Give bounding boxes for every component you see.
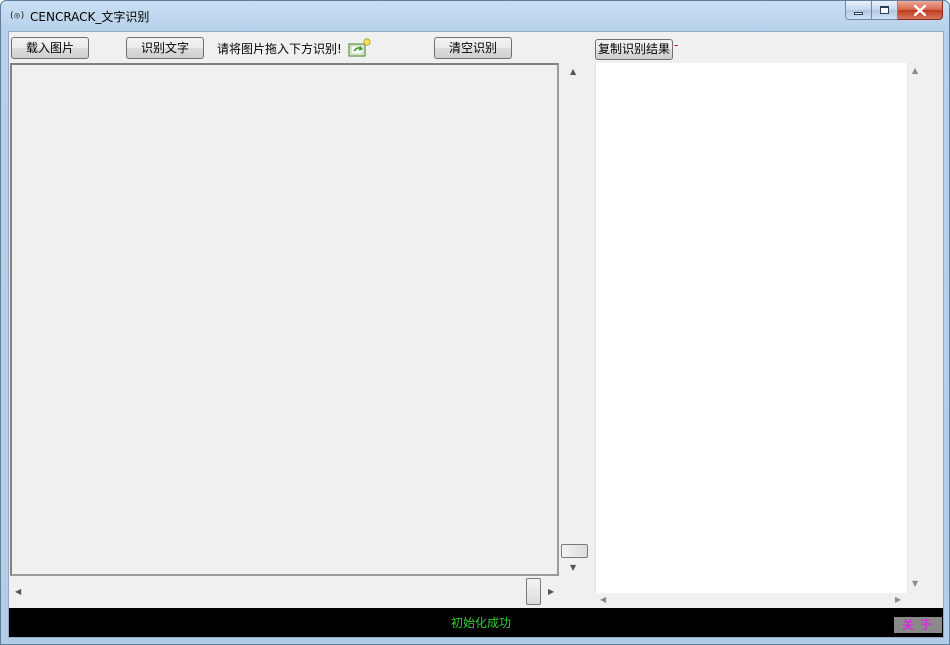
- status-bar: 初始化成功 关于: [9, 608, 943, 637]
- scroll-up-icon[interactable]: ▲: [570, 67, 576, 77]
- maximize-icon: [880, 6, 889, 14]
- title-bar[interactable]: (◎) CENCRACK_文字识别: [1, 1, 949, 31]
- result-scroll-down-icon[interactable]: ▼: [912, 579, 918, 589]
- result-scroll-left-icon[interactable]: ◀: [600, 595, 606, 605]
- app-icon: (◎): [9, 11, 26, 21]
- result-scroll-up-icon[interactable]: ▲: [912, 66, 918, 76]
- image-drop-icon: [348, 38, 371, 57]
- load-image-button[interactable]: 载入图片: [11, 37, 89, 59]
- client-area: 载入图片 识别文字 请将图片拖入下方识别! 清空识别 复制识别结果 - ▲ ▼ …: [8, 31, 944, 638]
- window-controls: [845, 1, 943, 21]
- scroll-left-icon[interactable]: ◀: [15, 587, 21, 597]
- image-horizontal-scroll-thumb[interactable]: [526, 578, 541, 605]
- copy-status-marker: -: [674, 38, 679, 52]
- scroll-right-icon[interactable]: ▶: [548, 587, 554, 597]
- recognize-text-button[interactable]: 识别文字: [126, 37, 204, 59]
- status-message: 初始化成功: [450, 616, 511, 630]
- maximize-button[interactable]: [872, 1, 898, 20]
- minimize-icon: [854, 11, 863, 15]
- result-vertical-scrollbar[interactable]: ▲ ▼: [907, 63, 925, 593]
- clear-recognition-button[interactable]: 清空识别: [434, 37, 512, 59]
- close-button[interactable]: [898, 1, 943, 20]
- scroll-down-icon[interactable]: ▼: [570, 563, 576, 573]
- app-window: (◎) CENCRACK_文字识别 载入图片 识别文字 请将图片拖入下方识别!: [0, 0, 950, 645]
- image-vertical-scroll-thumb[interactable]: [561, 544, 588, 558]
- image-vertical-scrollbar[interactable]: ▲ ▼: [560, 63, 588, 576]
- result-scroll-right-icon[interactable]: ▶: [895, 595, 901, 605]
- image-horizontal-scrollbar[interactable]: ◀ ▶: [10, 577, 559, 605]
- close-icon: [914, 4, 926, 16]
- drag-hint-text: 请将图片拖入下方识别!: [217, 42, 342, 56]
- minimize-button[interactable]: [845, 1, 872, 20]
- scrollbar-corner: [907, 593, 925, 607]
- result-horizontal-scrollbar[interactable]: ◀ ▶: [595, 593, 907, 607]
- copy-result-button[interactable]: 复制识别结果: [595, 39, 673, 60]
- image-drop-area[interactable]: [10, 63, 559, 576]
- result-textarea[interactable]: [595, 63, 925, 593]
- about-button[interactable]: 关于: [894, 617, 942, 633]
- window-title: CENCRACK_文字识别: [30, 10, 150, 24]
